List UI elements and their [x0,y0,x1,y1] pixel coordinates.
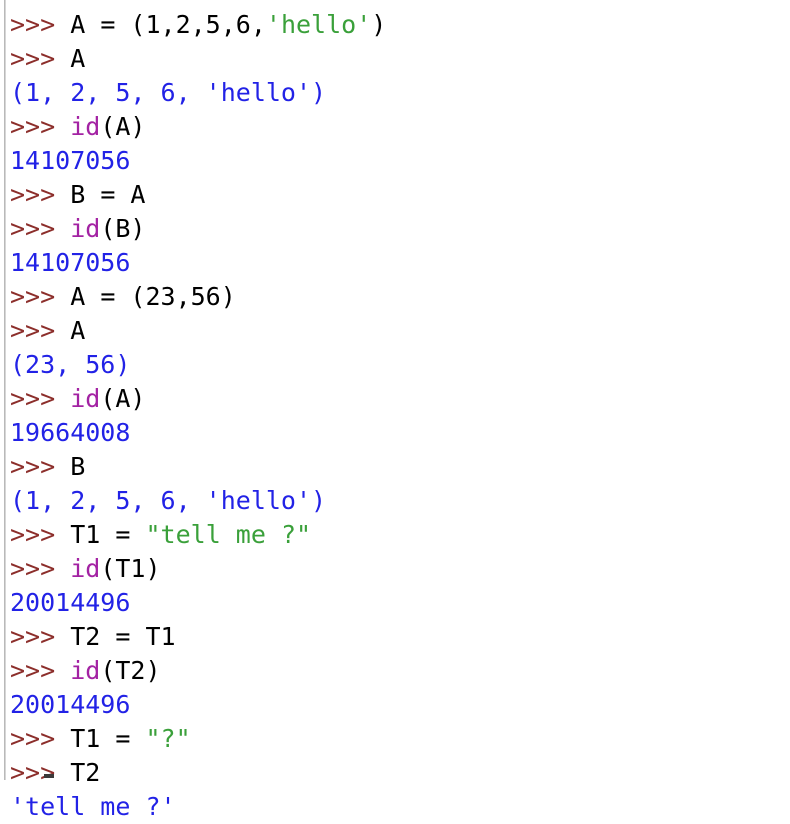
shell-output-line: 14107056 [10,246,780,280]
shell-output-line: (23, 56) [10,348,780,382]
token-string: 'hello' [265,10,372,39]
token-prompt: >>> [10,452,71,481]
shell-input-line[interactable]: >>> T1 = "tell me ?" [10,518,780,552]
token-prompt: >>> [10,316,71,345]
token-prompt: >>> [10,180,71,209]
token-code: T1 = [70,520,146,549]
token-builtin: id [70,112,101,141]
shell-output-line: (1, 2, 5, 6, 'hello') [10,76,780,110]
token-code: (T1) [100,554,161,583]
shell-input-line[interactable]: >>> T1 = "?" [10,722,780,756]
token-prompt: >>> [10,656,71,685]
shell-input-line[interactable]: >>> id(T1) [10,552,780,586]
shell-output-line: (1, 2, 5, 6, 'hello') [10,484,780,518]
shell-output-line: 'tell me ?' [10,790,780,824]
shell-input-line[interactable]: >>> A = (1,2,5,6,'hello') [10,8,780,42]
token-code: B = A [70,180,146,209]
shell-output-line: 20014496 [10,688,780,722]
token-prompt: >>> [10,384,71,413]
token-prompt: >>> [10,44,71,73]
token-prompt: >>> [10,758,71,787]
clipped-next-prompt-sliver [44,774,54,778]
token-prompt: >>> [10,282,71,311]
token-output: 14107056 [10,146,131,175]
token-prompt: >>> [10,112,71,141]
token-code: A [70,316,86,345]
shell-input-line[interactable]: >>> id(T2) [10,654,780,688]
token-builtin: id [70,214,101,243]
token-string: "?" [145,724,191,753]
shell-input-line[interactable]: >>> A [10,314,780,348]
shell-input-line[interactable]: >>> B = A [10,178,780,212]
shell-input-line[interactable]: >>> T2 [10,756,780,790]
token-output: 20014496 [10,690,131,719]
token-code: A = (23,56) [70,282,236,311]
shell-output-line: 19664008 [10,416,780,450]
token-output: (1, 2, 5, 6, 'hello') [10,486,327,515]
token-code: T1 = [70,724,146,753]
token-prompt: >>> [10,520,71,549]
shell-input-line[interactable]: >>> id(A) [10,110,780,144]
token-code: T2 [70,758,101,787]
token-prompt: >>> [10,554,71,583]
token-prompt: >>> [10,214,71,243]
shell-input-line[interactable]: >>> A = (23,56) [10,280,780,314]
token-prompt: >>> [10,724,71,753]
token-output: (1, 2, 5, 6, 'hello') [10,78,327,107]
token-code: (T2) [100,656,161,685]
token-code: (A) [100,384,146,413]
token-code: B [70,452,86,481]
shell-input-line[interactable]: >>> id(B) [10,212,780,246]
token-output: (23, 56) [10,350,131,379]
token-builtin: id [70,384,101,413]
shell-input-line[interactable]: >>> T2 = T1 [10,620,780,654]
token-code: ) [371,10,387,39]
text-area-left-rule [4,0,6,780]
python-shell-window[interactable]: >>> A = (1,2,5,6,'hello') >>> A (1, 2, 5, … [0,0,790,821]
token-code: (B) [100,214,146,243]
token-output: 14107056 [10,248,131,277]
token-builtin: id [70,554,101,583]
token-code: T2 = T1 [70,622,176,651]
shell-output-line: 20014496 [10,586,780,620]
token-builtin: id [70,656,101,685]
shell-transcript[interactable]: >>> A = (1,2,5,6,'hello') >>> A (1, 2, 5, … [10,8,780,824]
token-prompt: >>> [10,10,71,39]
token-output: 'tell me ?' [10,792,176,821]
shell-output-line: 14107056 [10,144,780,178]
token-prompt: >>> [10,622,71,651]
token-code: (A) [100,112,146,141]
shell-input-line[interactable]: >>> id(A) [10,382,780,416]
shell-input-line[interactable]: >>> B [10,450,780,484]
token-output: 19664008 [10,418,131,447]
token-output: 20014496 [10,588,131,617]
token-string: "tell me ?" [145,520,312,549]
token-code: A [70,44,86,73]
shell-input-line[interactable]: >>> A [10,42,780,76]
token-code: A = (1,2,5,6, [70,10,266,39]
